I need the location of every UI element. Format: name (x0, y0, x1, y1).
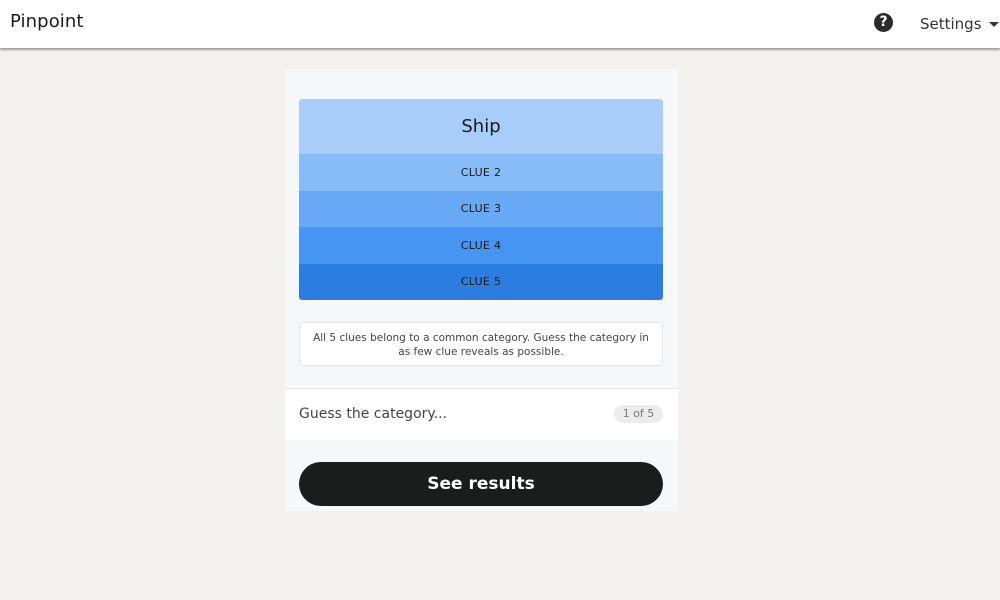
clue-1: Ship (299, 99, 663, 154)
settings-label: Settings (920, 15, 982, 33)
settings-button[interactable]: Settings (920, 15, 999, 33)
clue-2: CLUE 2 (299, 154, 663, 191)
guess-counter-badge: 1 of 5 (614, 405, 663, 423)
app-title: Pinpoint (10, 11, 84, 32)
see-results-button[interactable]: See results (299, 462, 663, 506)
caret-down-icon (988, 22, 999, 27)
clue-5: CLUE 5 (299, 263, 663, 300)
question-circle-icon[interactable]: ? (874, 13, 893, 32)
top-bar: Pinpoint ? Settings (0, 0, 1000, 48)
instructions-text: All 5 clues belong to a common category.… (299, 322, 663, 366)
clue-stack: Ship CLUE 2 CLUE 3 CLUE 4 CLUE 5 (299, 99, 663, 300)
game-card: Ship CLUE 2 CLUE 3 CLUE 4 CLUE 5 All 5 c… (285, 69, 678, 511)
guess-input[interactable] (299, 406, 599, 422)
clue-4: CLUE 4 (299, 227, 663, 264)
guess-row: 1 of 5 (285, 388, 678, 440)
clue-3: CLUE 3 (299, 190, 663, 227)
